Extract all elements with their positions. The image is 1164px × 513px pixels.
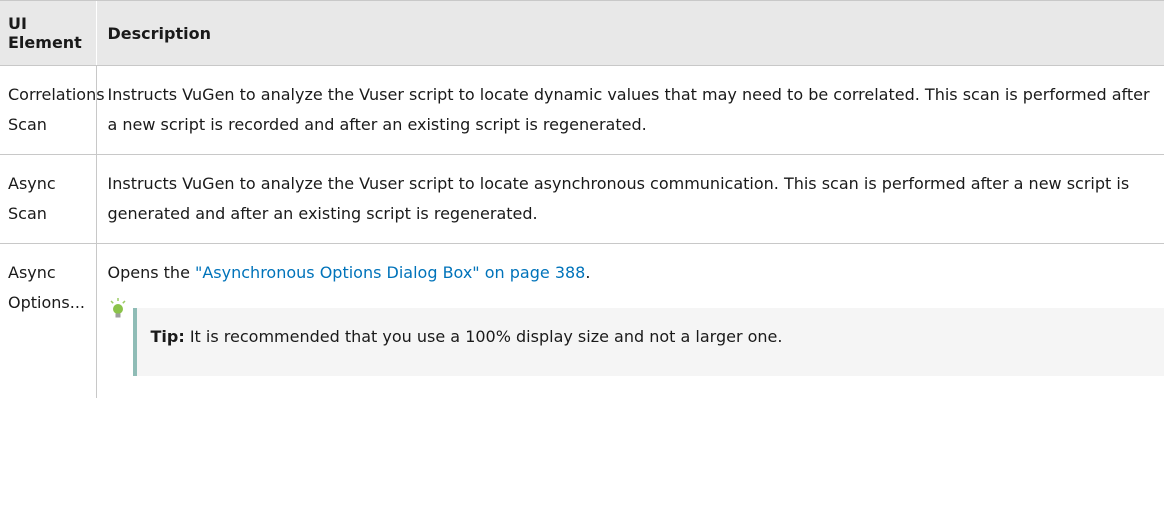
description-suffix: .	[585, 263, 591, 282]
tip-text: It is recommended that you use a 100% di…	[184, 327, 783, 346]
table-row: Correlations Scan Instructs VuGen to ana…	[0, 65, 1164, 155]
table-row: Async Options... Opens the "Asynchronous…	[0, 243, 1164, 398]
header-description: Description	[95, 0, 1164, 66]
row-element-async-options: Async Options...	[8, 263, 85, 312]
row-element-async-scan: Async Scan	[0, 154, 96, 244]
asynchronous-options-link[interactable]: "Asynchronous Options Dialog Box" on pag…	[195, 263, 585, 282]
tip-box: Tip: It is recommended that you use a 10…	[132, 308, 1164, 376]
table-row: Async Scan Instructs VuGen to analyze th…	[0, 154, 1164, 244]
ui-element-table: UI Element Description Correlations Scan…	[0, 0, 1164, 398]
tip-label: Tip:	[150, 327, 185, 346]
tip-callout: Tip: It is recommended that you use a 10…	[108, 298, 1164, 376]
table-header-row: UI Element Description	[0, 0, 1164, 66]
header-ui-element: UI Element	[0, 0, 96, 66]
description-prefix: Opens the	[107, 263, 195, 282]
lightbulb-icon	[109, 298, 126, 318]
row-description: Instructs VuGen to analyze the Vuser scr…	[95, 65, 1164, 155]
row-description: Instructs VuGen to analyze the Vuser scr…	[95, 154, 1164, 244]
row-element-correlations-scan: Correlations Scan	[0, 65, 105, 155]
row-description: Opens the "Asynchronous Options Dialog B…	[95, 243, 1164, 398]
